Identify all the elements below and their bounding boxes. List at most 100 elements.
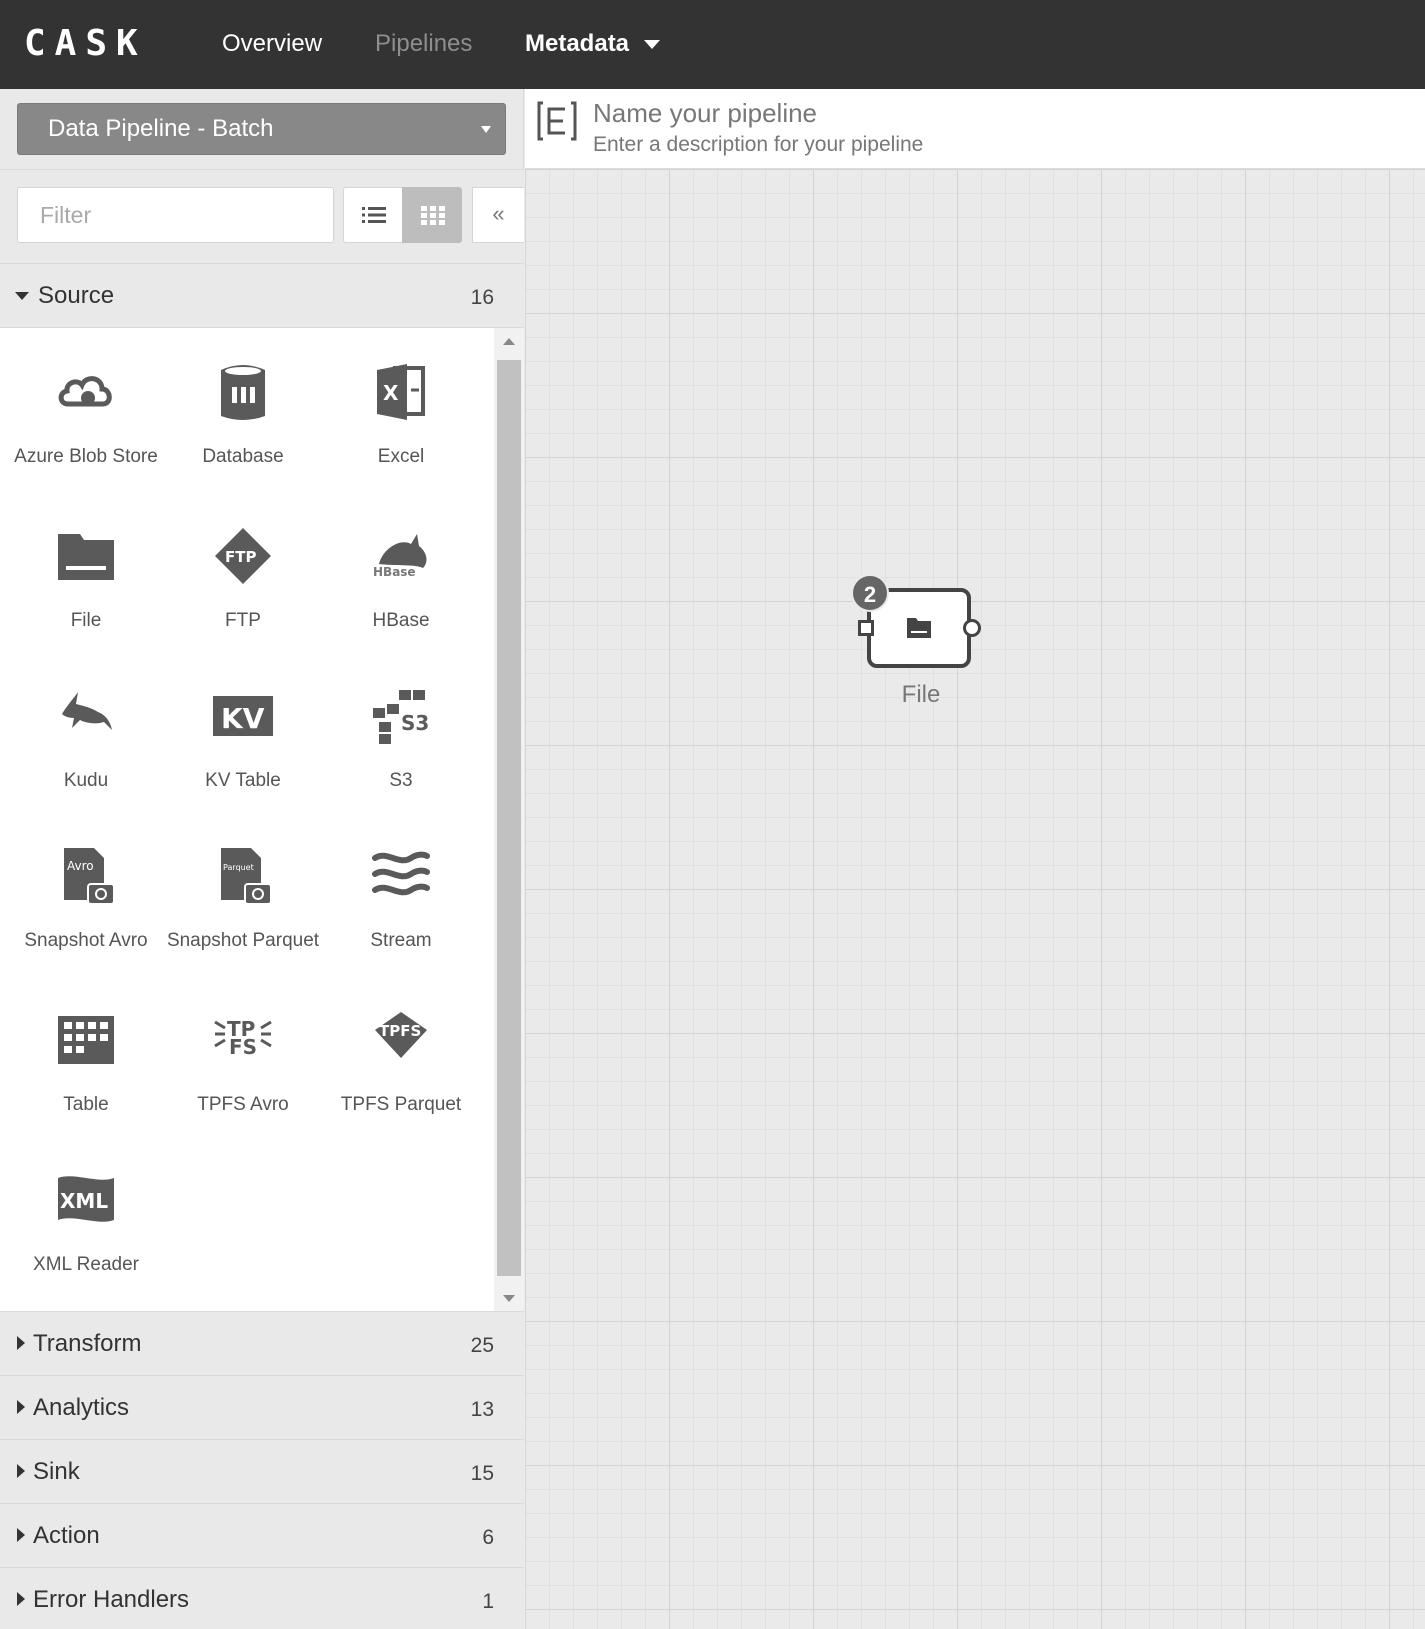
table-icon [54,1008,118,1072]
xml-icon-text: XML [60,1189,108,1213]
parquet-icon-text: Parquet [223,863,254,872]
caret-down-icon [15,292,29,300]
plugin-file[interactable]: File [7,524,165,633]
plugin-kudu[interactable]: Kudu [7,684,165,793]
avro-icon-text: Avro [67,859,94,873]
plugin-label: Database [202,446,284,467]
group-source[interactable]: Source 16 [0,263,524,327]
hbase-icon-text: HBase [373,565,416,579]
plugin-snapshot-avro[interactable]: Avro Snapshot Avro [7,844,165,953]
tpfs-parquet-icon-text: TPFS [379,1022,421,1040]
ftp-icon-text: FTP [225,548,256,566]
kv-icon-text: KV [221,702,265,735]
pipeline-type-label: Data Pipeline - Batch [48,115,274,142]
excel-icon: X [369,360,433,424]
plugin-label: TPFS Parquet [340,1094,462,1115]
kudu-icon [54,684,118,748]
list-icon [362,207,386,223]
group-count: 13 [470,1398,494,1421]
plugin-kv-table[interactable]: KV KV Table [164,684,322,793]
scroll-down-arrow-icon[interactable] [503,1295,515,1302]
plugin-label: Kudu [63,770,109,791]
snapshot-parquet-icon: Parquet [211,844,275,908]
nav-pipelines[interactable]: Pipelines [375,26,472,62]
plugin-xml-reader[interactable]: XML XML Reader [7,1168,165,1277]
stream-icon [369,844,433,908]
nav-overview[interactable]: Overview [222,26,322,62]
plugin-label: Table [63,1094,109,1115]
s3-icon-text: S3 [401,711,429,735]
grid-view-button[interactable] [402,187,462,243]
plugin-snapshot-parquet[interactable]: Parquet Snapshot Parquet [164,844,322,953]
group-error-handlers[interactable]: Error Handlers 1 [0,1567,524,1629]
node-output-endpoint[interactable] [963,619,981,637]
hbase-icon: HBase [369,524,433,588]
filter-input[interactable] [17,187,334,243]
plugin-stream[interactable]: Stream [322,844,480,953]
tpfs-avro-icon-text-bottom: FS [229,1035,257,1059]
scroll-up-arrow-icon[interactable] [503,338,515,345]
pipeline-canvas[interactable]: 2 File [525,169,1425,1629]
plugin-excel[interactable]: X Excel [322,360,480,469]
plugin-label: TPFS Avro [197,1094,289,1115]
node-badge: 2 [851,574,889,612]
pipeline-name-input[interactable]: Name your pipeline [593,97,817,129]
plugin-label: HBase [372,610,430,631]
plugin-sidebar: Data Pipeline - Batch « Source [0,89,524,1629]
collapse-sidebar-button[interactable]: « [472,187,524,243]
caret-right-icon [17,1336,25,1350]
pipeline-type-select[interactable]: Data Pipeline - Batch [17,103,506,155]
plugin-ftp[interactable]: FTP FTP [164,524,322,633]
plugin-table[interactable]: Table [7,1008,165,1117]
plugin-tpfs-parquet[interactable]: TPFS TPFS Parquet [322,1008,480,1117]
plugin-azure-blob-store[interactable]: Azure Blob Store [7,360,165,469]
pipeline-config-icon[interactable] [537,99,577,148]
group-label: Analytics [33,1394,130,1421]
database-icon [211,360,275,424]
xml-icon: XML [54,1168,118,1232]
plugin-label: XML Reader [33,1254,139,1275]
plugin-database[interactable]: Database [164,360,322,469]
group-transform[interactable]: Transform 25 [0,1311,524,1375]
top-navbar: CASK Overview Pipelines Metadata [0,0,1425,89]
tpfs-parquet-icon: TPFS [369,1008,433,1072]
filter-toolbar: « [0,169,524,263]
snapshot-avro-icon: Avro [54,844,118,908]
plugin-list-scrollbar[interactable] [494,328,524,1311]
azure-cloud-icon [54,360,118,424]
plugin-label: Azure Blob Store [14,446,158,467]
source-plugin-list: Azure Blob Store Database X Excel File F… [0,327,524,1311]
group-analytics[interactable]: Analytics 13 [0,1375,524,1439]
pipeline-description-input[interactable]: Enter a description for your pipeline [593,131,923,159]
plugin-hbase[interactable]: HBase HBase [322,524,480,633]
group-sink[interactable]: Sink 15 [0,1439,524,1503]
nav-metadata[interactable]: Metadata [525,26,629,62]
list-view-button[interactable] [343,187,403,243]
grid-icon [421,206,445,225]
group-count: 25 [470,1334,494,1357]
plugin-label: File [70,610,102,631]
plugin-label: Snapshot Parquet [166,930,320,951]
plugin-s3[interactable]: S3 S3 [322,684,480,793]
scroll-thumb[interactable] [497,360,521,1276]
plugin-label: Stream [370,930,432,951]
plugin-label: KV Table [205,770,281,791]
group-action[interactable]: Action 6 [0,1503,524,1567]
group-count: 6 [482,1526,494,1549]
plugin-label: Snapshot Avro [24,930,148,951]
metadata-caret-icon[interactable] [644,40,660,49]
plugin-label: S3 [389,770,413,791]
plugin-label: Excel [377,446,425,467]
group-label: Action [33,1522,100,1549]
folder-icon [907,618,931,638]
plugin-label: FTP [225,610,261,631]
group-label: Sink [33,1458,80,1485]
cask-logo[interactable]: CASK [24,24,147,64]
s3-icon: S3 [369,684,433,748]
caret-right-icon [17,1400,25,1414]
plugin-tpfs-avro[interactable]: TP FS TPFS Avro [164,1008,322,1117]
caret-right-icon [17,1464,25,1478]
kv-icon: KV [211,684,275,748]
node-input-endpoint[interactable] [858,620,874,636]
caret-right-icon [17,1528,25,1542]
